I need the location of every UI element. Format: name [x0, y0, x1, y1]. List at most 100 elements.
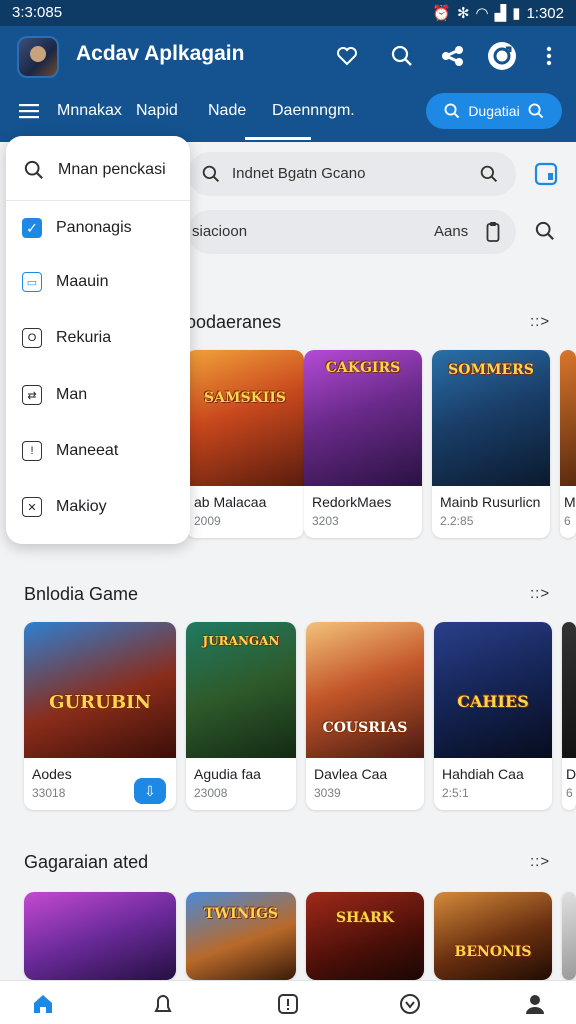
search-icon: [202, 165, 220, 183]
game-card[interactable]: D 6: [562, 622, 576, 810]
section-title: oodaeranes: [186, 312, 282, 332]
game-name: Aodes: [32, 766, 72, 782]
tab-bar: Mnnakax Napid Nade Daennngm. Dugatiai: [0, 90, 576, 142]
app-title: Acdav Aplkagain: [76, 42, 245, 65]
shield-icon[interactable]: [397, 991, 423, 1017]
checkbox-checked-icon: ✓: [22, 218, 42, 238]
game-cover-image: COUSRIAS: [306, 622, 424, 758]
info-icon: !: [22, 441, 42, 461]
game-card[interactable]: [562, 892, 576, 980]
game-name: Hahdiah Caa: [442, 766, 524, 782]
game-card[interactable]: GURUBIN Aodes 33018 ⇩: [24, 622, 176, 810]
game-name: M: [564, 494, 576, 510]
heart-icon[interactable]: [332, 41, 362, 71]
section-title: Bnlodia Game: [24, 584, 139, 604]
search-value: Indnet Bgatn Gcano: [232, 165, 366, 182]
dropdown-item-3[interactable]: ⇄ Man: [22, 385, 87, 405]
alert-icon[interactable]: [275, 991, 301, 1017]
clipboard-icon[interactable]: [486, 221, 500, 243]
dropdown-item-5[interactable]: ✕ Makioy: [22, 497, 107, 517]
tab-1[interactable]: Napid: [136, 102, 178, 120]
game-cover-image: [562, 892, 576, 980]
search-pill-button[interactable]: Dugatiai: [426, 93, 562, 129]
dropdown-item-label: Panonagis: [56, 219, 132, 236]
shuffle-icon: ⇄: [22, 385, 42, 405]
section-more-link[interactable]: ::>: [530, 585, 550, 602]
dropdown-item-2[interactable]: O Rekuria: [22, 328, 111, 348]
app-bar: Acdav Aplkagain Mnnakax Napid Nade Daenn…: [0, 26, 576, 142]
window-icon: ▭: [22, 272, 42, 292]
signal-icon: ▟: [494, 5, 507, 22]
search-input[interactable]: Indnet Bgatn Gcano: [188, 152, 516, 196]
share-icon[interactable]: [438, 41, 468, 71]
tab-indicator: [245, 137, 311, 140]
filter-bar[interactable]: siacioon Aans: [188, 210, 516, 254]
avatar[interactable]: [17, 36, 59, 78]
search-icon[interactable]: [387, 41, 417, 71]
dropdown-item-label: Maneeat: [56, 442, 119, 459]
profile-icon[interactable]: [522, 991, 548, 1017]
search-icon[interactable]: [480, 165, 498, 183]
filter-right-label: Aans: [434, 223, 469, 240]
close-square-icon: ✕: [22, 497, 42, 517]
game-card[interactable]: CAKGIRS RedorkMaes 3203: [304, 350, 422, 538]
download-icon[interactable]: ⇩: [134, 778, 166, 804]
game-card[interactable]: CAHIES Hahdiah Caa 2:5:1: [434, 622, 552, 810]
game-card[interactable]: SHARK: [306, 892, 424, 980]
more-vert-icon[interactable]: [534, 41, 564, 71]
game-card[interactable]: SAMSKIIS ab Malacaa 2009: [186, 350, 304, 538]
game-cover-image: [560, 350, 576, 486]
game-name: ab Malacaa: [194, 494, 267, 510]
dropdown-item-4[interactable]: ! Maneeat: [22, 441, 118, 461]
game-meta: 23008: [194, 786, 228, 800]
game-cover-image: BENONIS: [434, 892, 552, 980]
section-more-link[interactable]: ::>: [530, 853, 550, 870]
game-card[interactable]: M 6: [560, 350, 576, 538]
game-cover-image: CAKGIRS: [304, 350, 422, 486]
dropdown-item-label: Makioy: [56, 498, 107, 515]
status-clock: 1:302: [526, 4, 564, 22]
game-cover-image: [562, 622, 576, 758]
game-meta: 3039: [314, 786, 341, 800]
battery-icon: ▮: [512, 5, 521, 22]
search-icon: [24, 160, 43, 179]
status-bar: 3:3:085 ⏰ ✻ ◠ ▟ ▮ 1:302: [0, 0, 576, 26]
game-name: Davlea Caa: [314, 766, 388, 782]
game-name: Mainb Rusurlicn: [440, 494, 541, 510]
game-card[interactable]: BENONIS: [434, 892, 552, 980]
tab-2[interactable]: Nade: [208, 102, 246, 120]
game-cover-image: JURANGAN: [186, 622, 296, 758]
bell-icon[interactable]: [150, 991, 176, 1017]
game-card[interactable]: COUSRIAS Davlea Caa 3039: [306, 622, 424, 810]
game-cover-image: GURUBIN: [24, 622, 176, 758]
dropdown-item-0[interactable]: ✓ Panonagis: [22, 218, 132, 238]
search-icon: [528, 103, 543, 119]
game-card[interactable]: SOMMERS Mainb Rusurlicn 2.2:85: [432, 350, 550, 538]
bluetooth-icon: ✻: [456, 5, 470, 22]
dropdown-item-label: Rekuria: [56, 329, 112, 346]
game-cover-image: TWINIGS: [186, 892, 296, 980]
square-icon: O: [22, 328, 42, 348]
section-more-link[interactable]: ::>: [530, 313, 550, 330]
game-cover-image: SHARK: [306, 892, 424, 980]
game-cover-image: SOMMERS: [432, 350, 550, 486]
game-meta: 33018: [32, 786, 66, 800]
hamburger-menu-icon[interactable]: [18, 102, 42, 124]
game-name: D: [566, 766, 576, 782]
game-card[interactable]: JURANGAN Agudia faa 23008: [186, 622, 296, 810]
game-card[interactable]: TWINIGS: [186, 892, 296, 980]
home-icon[interactable]: [30, 991, 56, 1017]
game-cover-image: SAMSKIIS: [186, 350, 304, 486]
game-card[interactable]: [24, 892, 176, 980]
dropdown-item-1[interactable]: ▭ Maauin: [22, 272, 108, 292]
dropdown-search-label: Mnan penckasi: [58, 161, 166, 178]
search-icon[interactable]: [535, 221, 555, 241]
search-pill-label: Dugatiai: [468, 103, 520, 119]
tab-0[interactable]: Mnnakax: [57, 102, 122, 120]
refresh-icon[interactable]: [487, 41, 517, 71]
section-title: Gagaraian ated: [24, 852, 149, 872]
dropdown-search[interactable]: Mnan penckasi: [24, 160, 166, 180]
bottom-nav: [0, 980, 576, 1024]
scan-icon[interactable]: [534, 161, 560, 187]
tab-3[interactable]: Daennngm.: [272, 102, 355, 120]
